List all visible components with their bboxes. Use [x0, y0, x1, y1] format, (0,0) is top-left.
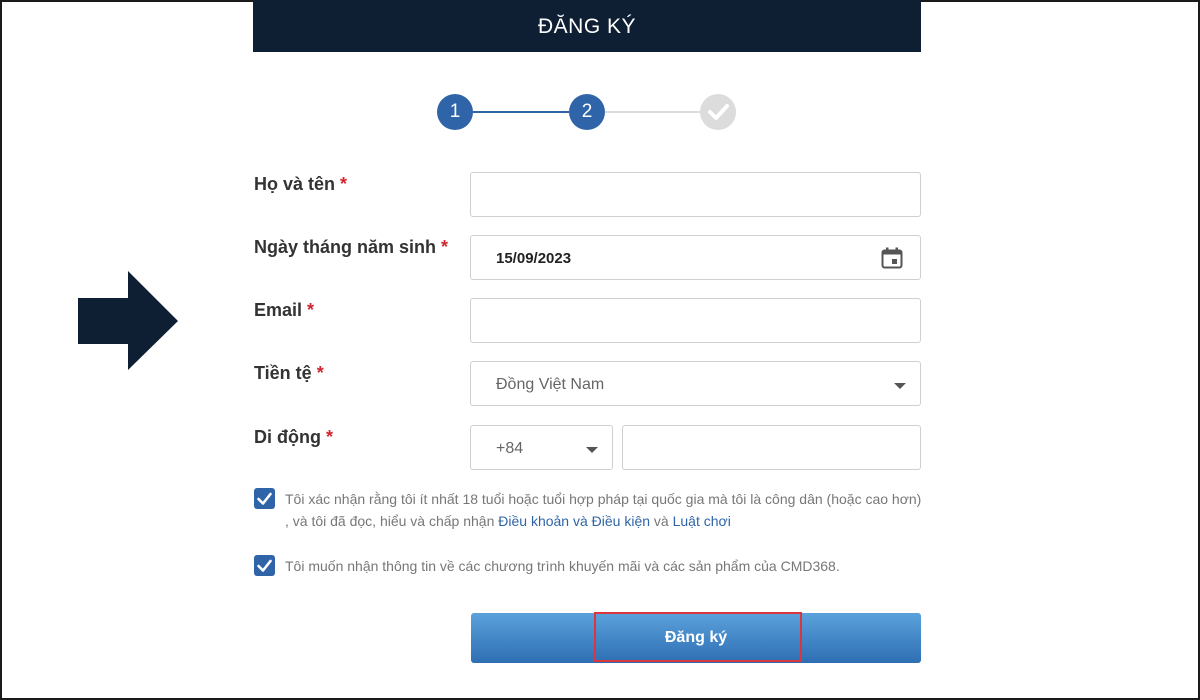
- currency-label: Tiền tệ *: [254, 363, 324, 383]
- mobile-label: Di động *: [254, 427, 334, 447]
- terms-link[interactable]: Điều khoản và Điều kiện: [498, 513, 650, 529]
- fullname-input[interactable]: [470, 172, 921, 217]
- step-2: 2: [569, 94, 605, 130]
- email-label: Email *: [254, 300, 315, 320]
- step-1: 1: [437, 94, 473, 130]
- page-title: ĐĂNG KÝ: [253, 0, 921, 52]
- age-consent-text: Tôi xác nhận rằng tôi ít nhất 18 tuổi ho…: [285, 491, 922, 529]
- required-mark: *: [441, 237, 449, 257]
- email-input[interactable]: [470, 298, 921, 343]
- age-consent-checkbox[interactable]: [254, 488, 275, 509]
- arrow-right-icon: [78, 271, 178, 370]
- currency-select[interactable]: Đồng Việt Nam: [470, 361, 921, 406]
- country-code-value: +84: [496, 440, 524, 457]
- dob-input[interactable]: 15/09/2023: [470, 235, 921, 280]
- progress-stepper: 1 2: [437, 94, 737, 132]
- fullname-label: Họ và tên *: [254, 174, 348, 194]
- required-mark: *: [307, 300, 315, 320]
- promo-consent-text: Tôi muốn nhận thông tin về các chương tr…: [285, 558, 840, 574]
- step-connector-done: [473, 111, 569, 113]
- required-mark: *: [316, 363, 324, 383]
- highlight-box: [594, 612, 802, 662]
- chevron-down-icon: [894, 383, 906, 389]
- step-connector-pending: [605, 111, 700, 113]
- promo-consent-checkbox[interactable]: [254, 555, 275, 576]
- register-button[interactable]: Đăng ký: [471, 612, 921, 663]
- required-mark: *: [340, 174, 348, 194]
- rules-link[interactable]: Luật chơi: [673, 513, 731, 529]
- chevron-down-icon: [586, 447, 598, 453]
- country-code-select[interactable]: +84: [470, 425, 613, 470]
- calendar-icon[interactable]: [881, 247, 903, 269]
- dob-label: Ngày tháng năm sinh *: [254, 237, 449, 257]
- required-mark: *: [326, 427, 334, 447]
- step-3-check-icon: [700, 94, 736, 130]
- currency-value: Đồng Việt Nam: [496, 376, 605, 393]
- mobile-number-input[interactable]: [622, 425, 921, 470]
- dob-value: 15/09/2023: [496, 250, 572, 267]
